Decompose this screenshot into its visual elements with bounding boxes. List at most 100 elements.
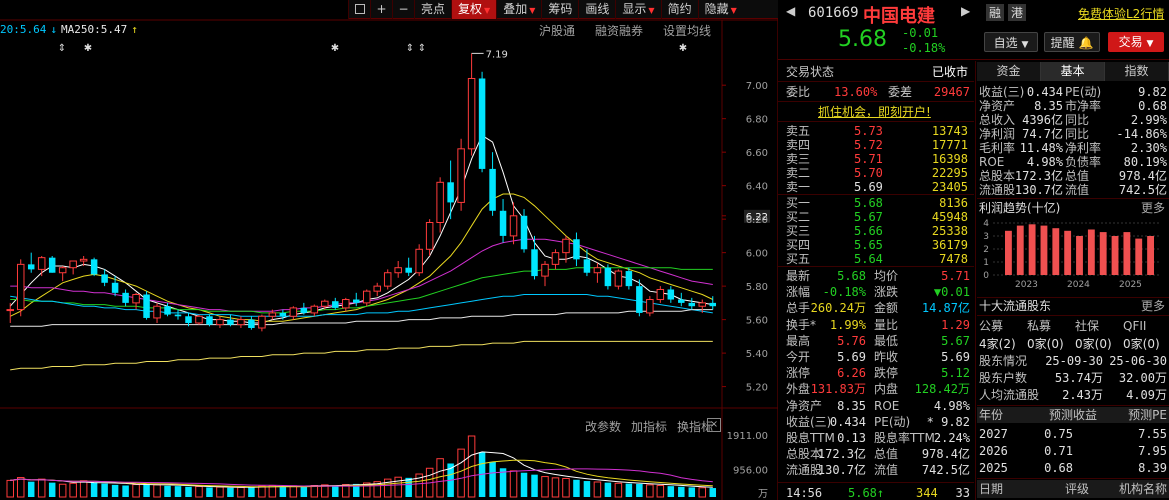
profit-bar[interactable] — [1135, 238, 1143, 275]
volume-bar[interactable] — [195, 485, 203, 498]
candle[interactable] — [362, 289, 371, 307]
volume-bar[interactable] — [258, 485, 266, 498]
candle[interactable] — [383, 269, 392, 290]
alert-button[interactable]: 提醒 🔔 — [1044, 32, 1100, 52]
volume-bar[interactable] — [164, 485, 171, 497]
volume-bar[interactable] — [37, 478, 46, 498]
candle[interactable] — [143, 291, 150, 320]
volume-bar[interactable] — [248, 486, 255, 497]
volume-bar[interactable] — [237, 486, 245, 498]
volume-bar[interactable] — [583, 481, 591, 497]
volume-bar[interactable] — [206, 487, 213, 497]
volume-bar[interactable] — [153, 484, 161, 498]
candle[interactable] — [6, 302, 14, 323]
tab-f10-1[interactable]: 基本 — [1041, 62, 1105, 81]
profit-bar[interactable] — [1005, 230, 1012, 275]
candle[interactable] — [342, 297, 350, 312]
volume-bar[interactable] — [593, 481, 602, 498]
candle[interactable] — [258, 314, 266, 332]
open-account-link[interactable]: 抓住机会，即刻开户! — [818, 105, 931, 119]
candle[interactable] — [415, 244, 423, 277]
candle[interactable] — [332, 297, 339, 310]
volume-bar[interactable] — [667, 486, 675, 497]
volume-bar[interactable] — [541, 476, 549, 498]
candle[interactable] — [551, 249, 560, 270]
candle[interactable] — [174, 309, 182, 320]
candle[interactable] — [405, 257, 412, 277]
volume-bar[interactable] — [562, 477, 570, 498]
volume-bar[interactable] — [227, 487, 234, 497]
volume-bar[interactable] — [111, 484, 119, 497]
watchlist-button[interactable]: 自选 ▼ — [984, 32, 1038, 52]
volume-bar[interactable] — [698, 487, 707, 498]
trade-button[interactable]: 交易 ▼ — [1108, 32, 1164, 52]
close-indicator-icon[interactable]: × — [707, 418, 721, 432]
volume-bar[interactable] — [310, 485, 319, 498]
volume-bar[interactable] — [216, 486, 224, 498]
candle[interactable] — [27, 252, 35, 273]
candle[interactable] — [101, 269, 108, 287]
candle[interactable] — [457, 138, 465, 211]
volume-bar[interactable] — [58, 483, 67, 498]
profit-bar[interactable] — [1064, 230, 1072, 275]
volume-bar[interactable] — [143, 483, 150, 497]
volume-bar[interactable] — [531, 474, 538, 497]
volume-bar[interactable] — [604, 482, 612, 497]
profit-bar[interactable] — [1040, 225, 1048, 275]
candle[interactable] — [248, 316, 255, 330]
profit-more-link[interactable]: 更多 — [1141, 201, 1165, 215]
profit-bar[interactable] — [1123, 232, 1131, 275]
event-marker-icon[interactable]: ✱ — [84, 43, 92, 54]
volume-bar[interactable] — [289, 485, 298, 498]
event-marker-icon[interactable]: ⇕ — [406, 43, 414, 54]
candle[interactable] — [688, 297, 696, 310]
candle[interactable] — [478, 71, 486, 173]
volume-bar[interactable] — [646, 484, 654, 498]
candle[interactable] — [625, 267, 633, 290]
volume-bar[interactable] — [101, 483, 108, 497]
candle[interactable] — [300, 302, 308, 315]
candle[interactable] — [425, 219, 434, 256]
profit-bar[interactable] — [1076, 236, 1083, 275]
event-marker-icon[interactable]: ✱ — [331, 43, 339, 54]
candle[interactable] — [667, 286, 675, 303]
candle[interactable] — [90, 257, 98, 277]
volume-bar[interactable] — [174, 486, 182, 497]
volume-bar[interactable] — [614, 482, 623, 498]
volume-bar[interactable] — [678, 486, 685, 497]
volume-bar[interactable] — [48, 482, 56, 497]
event-marker-icon[interactable]: ✱ — [679, 43, 687, 54]
candle[interactable] — [122, 289, 129, 307]
volume-bar[interactable] — [6, 479, 14, 498]
add-indicator-button[interactable]: 加指标 — [631, 418, 667, 435]
volume-bar[interactable] — [79, 480, 88, 498]
candle[interactable] — [216, 316, 224, 328]
candle[interactable] — [593, 262, 602, 283]
event-marker-icon[interactable]: ⇕ — [58, 43, 66, 54]
volume-bar[interactable] — [520, 472, 528, 497]
candle[interactable] — [321, 299, 329, 310]
volume-bar[interactable] — [16, 477, 25, 498]
candle[interactable] — [447, 160, 454, 220]
volume-bar[interactable] — [405, 477, 412, 497]
volume-bar[interactable] — [90, 482, 98, 497]
kline-chart-panel[interactable]: + − 亮点 复权 ▼ 叠加 ▼ 筹码 画线 显示 ▼ 简约 隐藏 ▼ 20:5.64 ↓ MA250:5.4… — [0, 0, 778, 500]
l2-trial-link[interactable]: 免费体验L2行情 — [1078, 5, 1164, 22]
volume-bar[interactable] — [688, 487, 696, 497]
next-stock-icon[interactable]: ▶ — [961, 4, 970, 18]
profit-bar[interactable] — [1016, 225, 1024, 275]
candle[interactable] — [583, 249, 591, 277]
profit-bar[interactable] — [1028, 224, 1036, 275]
volume-bar[interactable] — [27, 481, 35, 497]
volume-bar[interactable] — [709, 488, 717, 497]
candle[interactable] — [541, 261, 549, 287]
volume-bar[interactable] — [332, 485, 339, 497]
volume-bar[interactable] — [394, 476, 402, 498]
candle[interactable] — [310, 304, 319, 317]
volume-bar[interactable] — [457, 448, 465, 498]
candle[interactable] — [394, 261, 402, 278]
change-params-button[interactable]: 改参数 — [585, 418, 621, 435]
candle[interactable] — [16, 259, 25, 317]
prev-stock-icon[interactable]: ◀ — [786, 4, 795, 18]
candle[interactable] — [353, 292, 360, 307]
